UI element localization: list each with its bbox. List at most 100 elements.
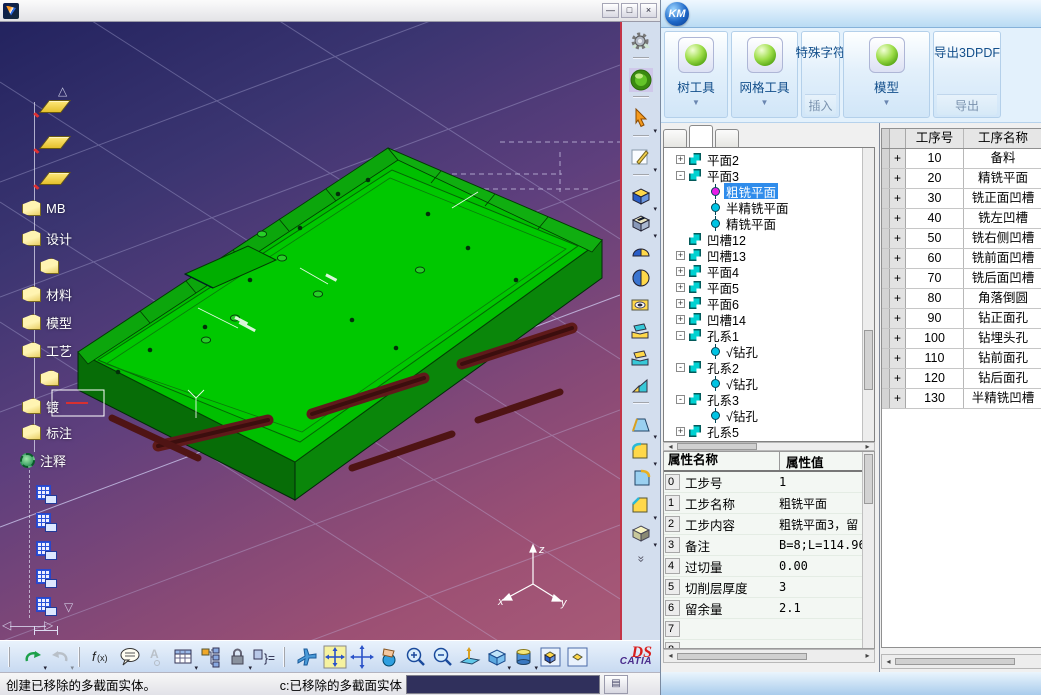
command-info-button[interactable]: ▤ xyxy=(604,675,628,694)
tree-item[interactable]: 平面5 xyxy=(664,279,874,295)
variable-fillet-icon[interactable] xyxy=(627,465,655,492)
scrollbar-thumb[interactable] xyxy=(677,443,757,450)
spec-tree-item[interactable] xyxy=(36,510,56,530)
row-selector[interactable] xyxy=(882,349,890,368)
process-id-cell[interactable]: 120 xyxy=(906,369,964,388)
stiffener-icon[interactable] xyxy=(627,372,655,399)
property-value[interactable]: 粗铣平面 xyxy=(779,495,827,512)
row-expander-icon[interactable]: + xyxy=(890,289,906,308)
toolbar-handle[interactable] xyxy=(283,647,289,667)
property-row[interactable]: 2 工步内容 粗铣平面3，留 xyxy=(664,514,874,535)
tree-item[interactable]: 平面3 xyxy=(664,167,874,183)
groove-icon[interactable] xyxy=(627,237,655,264)
process-id-cell[interactable]: 130 xyxy=(906,389,964,408)
doc-tab[interactable] xyxy=(689,125,713,147)
toolbar-separator[interactable] xyxy=(633,135,649,142)
process-name-cell[interactable]: 钻前面孔 xyxy=(964,349,1041,368)
row-expander-icon[interactable]: + xyxy=(890,389,906,408)
property-horizontal-scrollbar[interactable]: ◂ ▸ xyxy=(663,649,875,663)
process-table-row[interactable]: + 60 铣前面凹槽 xyxy=(882,249,1041,269)
scroll-left-icon[interactable]: ◂ xyxy=(664,651,677,661)
scrollbar-thumb[interactable] xyxy=(864,454,873,504)
analysis-orb-icon[interactable] xyxy=(627,66,655,93)
row-selector[interactable] xyxy=(882,309,890,328)
process-id-cell[interactable]: 100 xyxy=(906,329,964,348)
process-id-cell[interactable]: 30 xyxy=(906,189,964,208)
text-template-icon[interactable]: A xyxy=(143,643,170,670)
spec-tree-item[interactable]: 标注 xyxy=(22,422,72,442)
slot-icon[interactable] xyxy=(627,345,655,372)
row-expander-icon[interactable]: + xyxy=(890,209,906,228)
ribbon-button[interactable]: 模型 ▼ xyxy=(843,31,930,118)
shell-icon[interactable] xyxy=(627,519,655,546)
row-expander-icon[interactable]: + xyxy=(890,269,906,288)
property-row[interactable]: 7 xyxy=(664,619,874,640)
row-expander-icon[interactable]: + xyxy=(890,229,906,248)
minimize-button[interactable]: — xyxy=(602,3,619,18)
process-table-row[interactable]: + 50 铣右侧凹槽 xyxy=(882,229,1041,249)
chamfer-icon[interactable] xyxy=(627,492,655,519)
process-name-cell[interactable]: 角落倒圆 xyxy=(964,289,1041,308)
edge-fillet-icon[interactable] xyxy=(627,438,655,465)
3d-model[interactable] xyxy=(78,148,602,500)
command-input[interactable] xyxy=(406,675,600,694)
spec-tree-item[interactable] xyxy=(36,482,56,502)
select-cursor-icon[interactable] xyxy=(627,105,655,132)
row-selector[interactable] xyxy=(882,269,890,288)
process-id-cell[interactable]: 60 xyxy=(906,249,964,268)
process-name-cell[interactable]: 铣左凹槽 xyxy=(964,209,1041,228)
process-name-cell[interactable]: 铣后面凹槽 xyxy=(964,269,1041,288)
property-vertical-scrollbar[interactable] xyxy=(862,452,874,648)
toolbar-handle[interactable] xyxy=(78,647,84,667)
toolbar-separator[interactable] xyxy=(633,174,649,181)
row-selector[interactable] xyxy=(882,169,890,188)
spec-tree-item[interactable] xyxy=(34,620,63,640)
ribbon-button[interactable]: 特殊字符 ▼ 插入 xyxy=(801,31,840,118)
render-style-icon[interactable] xyxy=(510,643,537,670)
restore-button[interactable]: □ xyxy=(621,3,638,18)
process-name-cell[interactable]: 钻埋头孔 xyxy=(964,329,1041,348)
process-table-row[interactable]: + 40 铣左凹槽 xyxy=(882,209,1041,229)
tree-item[interactable]: √钻孔 xyxy=(664,375,874,391)
tree-expander-icon[interactable] xyxy=(676,251,685,260)
process-table-row[interactable]: + 20 精铣平面 xyxy=(882,169,1041,189)
process-id-cell[interactable]: 80 xyxy=(906,289,964,308)
property-value[interactable]: 粗铣平面3，留 xyxy=(779,516,858,533)
process-name-cell[interactable]: 精铣平面 xyxy=(964,169,1041,188)
spec-tree-item[interactable] xyxy=(36,594,56,614)
row-selector[interactable] xyxy=(882,329,890,348)
process-id-cell[interactable]: 40 xyxy=(906,209,964,228)
shaft-icon[interactable] xyxy=(627,264,655,291)
property-row[interactable]: 4 过切量 0.00 xyxy=(664,556,874,577)
spec-tree-item[interactable]: 材料 xyxy=(22,284,72,304)
spec-tree-item[interactable] xyxy=(36,538,56,558)
process-name-cell[interactable]: 钻后面孔 xyxy=(964,369,1041,388)
property-row[interactable]: 8 xyxy=(664,640,874,649)
view-mode-edges-icon[interactable] xyxy=(564,643,591,670)
tree-item[interactable]: √钻孔 xyxy=(664,343,874,359)
draft-angle-icon[interactable] xyxy=(627,411,655,438)
process-table-row[interactable]: + 90 钻正面孔 xyxy=(882,309,1041,329)
rib-icon[interactable] xyxy=(627,318,655,345)
process-table-row[interactable]: + 70 铣后面凹槽 xyxy=(882,269,1041,289)
tree-item[interactable]: 平面4 xyxy=(664,263,874,279)
row-selector[interactable] xyxy=(882,389,890,408)
table-horizontal-scrollbar[interactable]: ◂ xyxy=(881,654,1041,669)
tree-item[interactable]: 精铣平面 xyxy=(664,215,874,231)
view-mode-shading-icon[interactable] xyxy=(537,643,564,670)
collapse-chevron-icon[interactable]: » xyxy=(634,556,648,563)
tree-item[interactable]: √钻孔 xyxy=(664,407,874,423)
process-name-cell[interactable]: 半精铣凹槽 xyxy=(964,389,1041,408)
process-id-cell[interactable]: 90 xyxy=(906,309,964,328)
spec-tree-item[interactable] xyxy=(40,256,64,276)
process-table-row[interactable]: + 130 半精铣凹槽 xyxy=(882,389,1041,409)
tree-horizontal-scrollbar[interactable]: ◂ ▸ xyxy=(663,442,875,451)
process-table-row[interactable]: + 100 钻埋头孔 xyxy=(882,329,1041,349)
property-row[interactable]: 1 工步名称 粗铣平面 xyxy=(664,493,874,514)
pan-icon[interactable] xyxy=(348,643,375,670)
tree-item[interactable]: 平面2 xyxy=(664,151,874,167)
close-button[interactable]: × xyxy=(640,3,657,18)
undo-icon[interactable] xyxy=(19,643,46,670)
tree-expander-icon[interactable] xyxy=(676,363,685,372)
process-name-cell[interactable]: 备料 xyxy=(964,149,1041,168)
